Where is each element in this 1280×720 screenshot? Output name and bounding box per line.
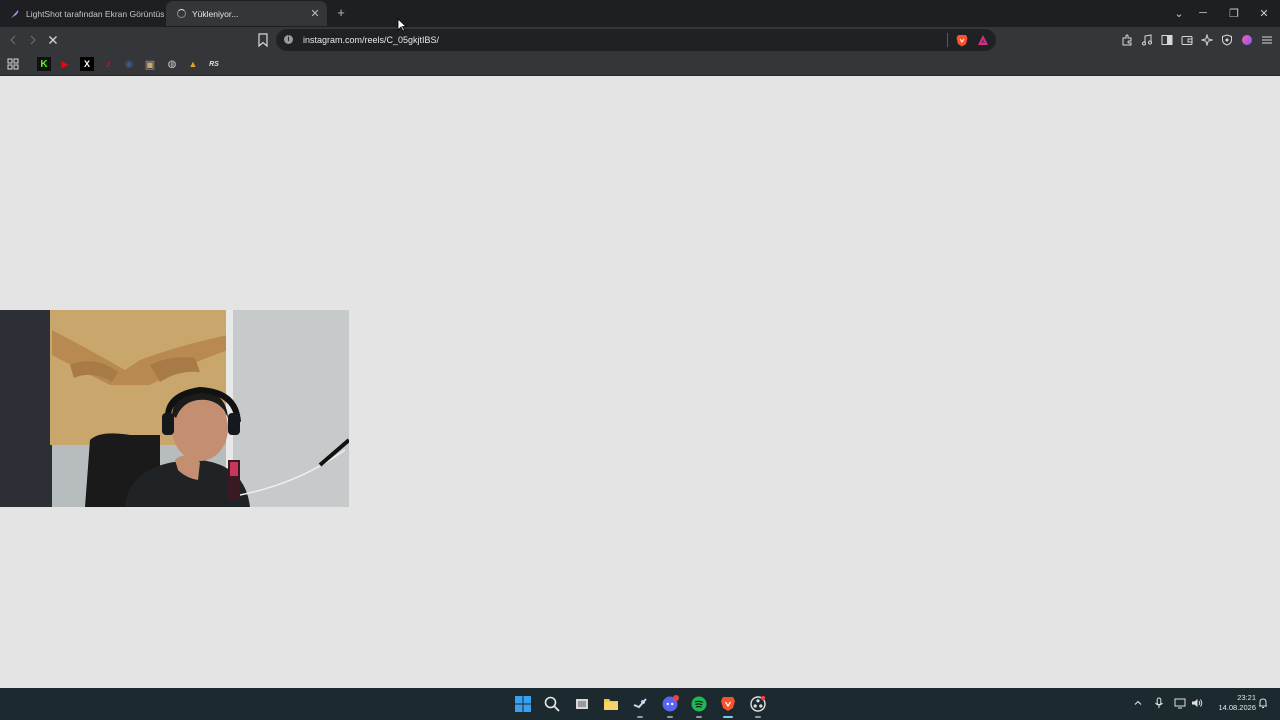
task-view-button[interactable] [571,693,593,715]
apps-grid-icon[interactable] [6,57,20,71]
obs-app[interactable] [747,693,769,718]
system-clock[interactable]: 23:21 14.08.2026 [1206,693,1256,713]
running-indicator [637,716,643,718]
clock-date: 14.08.2026 [1218,703,1256,712]
show-hidden-icons-chevron-icon[interactable] [1131,696,1145,710]
close-window-button[interactable]: ✕ [1255,4,1273,22]
page-content [0,76,1280,688]
url-text: instagram.com/reels/C_05gkjtIBS/ [303,35,440,45]
discord-app[interactable] [659,693,681,718]
bookmarks-bar: K ▶ X ♪ ◉ ▣ ◍ ▲ RS [0,53,1280,76]
start-button[interactable] [512,693,534,715]
extensions-icon[interactable] [1120,33,1134,47]
brave-rewards-icon[interactable] [976,33,990,47]
notifications-icon[interactable] [1256,696,1270,710]
active-indicator [723,716,733,718]
minimize-button[interactable]: ─ [1194,4,1212,22]
search-button[interactable] [541,693,563,715]
running-indicator [667,716,673,718]
menu-icon[interactable] [1260,33,1274,47]
tab-loading[interactable]: Yükleniyor... ✕ [166,1,327,26]
forward-button[interactable] [24,31,42,49]
bookmark-page-button[interactable] [256,32,270,48]
kick-icon[interactable]: K [37,57,51,71]
spotify-app[interactable] [688,693,710,718]
tab-lightshot[interactable]: LightShot tarafından Ekran Görüntüsü [0,1,164,26]
back-arrow-icon [10,35,16,45]
folder-icon [604,699,618,710]
bookmark-icon [258,33,268,48]
obs-icon [750,696,766,712]
loading-spinner-icon [176,9,186,19]
vpn-shield-icon[interactable] [1220,33,1234,47]
mouse-cursor-icon [397,18,407,32]
bookmark-world-icon[interactable]: ◍ [165,57,179,71]
bookmark-globe-icon[interactable]: ◉ [122,57,136,71]
steam-icon [633,698,647,709]
stop-loading-button[interactable] [44,31,62,49]
restore-button[interactable]: ❐ [1225,4,1243,22]
clock-time: 23:21 [1237,693,1256,702]
profile-avatar-icon[interactable] [1240,33,1254,47]
forward-arrow-icon [30,35,36,45]
wallet-icon[interactable] [1180,33,1194,47]
leo-ai-icon[interactable] [1200,33,1214,47]
music-icon[interactable] [1140,33,1154,47]
tab-title: LightShot tarafından Ekran Görüntüsü [26,8,164,19]
site-info-icon[interactable]: i [284,35,293,44]
browser-toolbar: i instagram.com/reels/C_05gkjtIBS/ [0,27,1280,53]
x-icon[interactable]: X [80,57,94,71]
steam-app[interactable] [629,693,651,718]
bookmark-rs-icon[interactable]: RS [207,57,221,71]
address-bar[interactable]: i instagram.com/reels/C_05gkjtIBS/ [276,29,996,51]
volume-icon[interactable] [1190,696,1204,710]
microphone-icon[interactable] [1152,696,1166,710]
bookmark-flame-icon[interactable]: ▲ [186,57,200,71]
tab-search-icon[interactable]: ⌄ [1170,4,1188,22]
bookmark-image-icon[interactable]: ▣ [143,57,157,71]
close-tab-icon[interactable]: ✕ [308,7,322,21]
spotify-icon [691,696,707,712]
webcam-overlay [0,310,349,507]
tab-title: Yükleniyor... [192,8,239,19]
divider [947,33,948,47]
tab-strip: LightShot tarafından Ekran Görüntüsü Yük… [0,0,1280,27]
running-indicator [755,716,761,718]
file-explorer-app[interactable] [600,693,622,715]
brave-shields-icon[interactable] [955,33,969,47]
windows-icon [515,696,531,712]
search-icon [544,696,560,712]
new-tab-button[interactable]: + [334,5,348,21]
discord-icon [662,695,679,712]
stop-icon [49,36,57,44]
feather-icon [10,9,20,19]
tiktok-icon[interactable]: ♪ [101,57,115,71]
back-button[interactable] [4,31,22,49]
brave-app[interactable] [717,693,739,718]
brave-icon [721,697,735,711]
taskbar: 23:21 14.08.2026 [0,688,1280,720]
task-view-icon [576,699,588,709]
youtube-icon[interactable]: ▶ [58,57,72,71]
network-icon[interactable] [1173,696,1187,710]
sidebar-icon[interactable] [1160,33,1174,47]
running-indicator [696,716,702,718]
webcam-feed-image [0,310,349,507]
